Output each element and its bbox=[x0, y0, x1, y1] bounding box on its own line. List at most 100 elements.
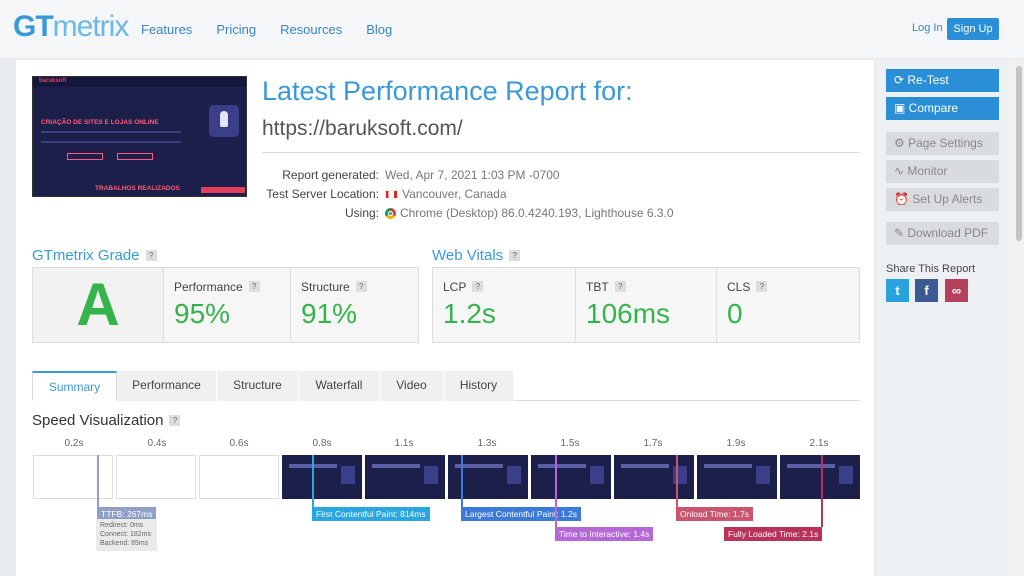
filmstrip-frame[interactable] bbox=[33, 455, 113, 499]
thumbnail-button bbox=[67, 153, 103, 160]
backend-time: Backend: 85ms bbox=[100, 540, 149, 547]
gtmetrix-logo[interactable]: GTmetrix bbox=[13, 10, 130, 44]
speed-visualization-title: Speed Visualization? bbox=[32, 412, 181, 429]
grade-letter: A bbox=[33, 268, 163, 342]
help-icon[interactable]: ? bbox=[756, 281, 768, 292]
location-value: Vancouver, Canada bbox=[402, 187, 507, 201]
login-link[interactable]: Log In bbox=[912, 22, 943, 34]
divider bbox=[262, 152, 860, 153]
thumbnail-chip bbox=[201, 187, 245, 193]
tti-label: Time to Interactive: 1.4s bbox=[555, 527, 654, 541]
thumbnail-rocket-illustration bbox=[209, 105, 239, 137]
alerts-label: Set Up Alerts bbox=[912, 192, 983, 206]
cls-label-row: CLS? bbox=[727, 280, 768, 294]
tab-performance[interactable]: Performance bbox=[117, 371, 217, 401]
compare-label: Compare bbox=[908, 101, 959, 115]
logo-gt: GT bbox=[13, 10, 54, 43]
nav-pricing[interactable]: Pricing bbox=[216, 22, 256, 37]
timeline-tick: 0.2s bbox=[64, 438, 84, 449]
page-settings-button[interactable]: ⚙ Page Settings bbox=[886, 132, 999, 155]
nav-resources[interactable]: Resources bbox=[280, 22, 342, 37]
onload-label: Onload Time: 1.7s bbox=[676, 507, 753, 521]
filmstrip-frame[interactable] bbox=[199, 455, 279, 499]
cls-value: 0 bbox=[727, 298, 743, 329]
tab-history[interactable]: History bbox=[444, 371, 514, 401]
grade-title-text: GTmetrix Grade bbox=[32, 247, 140, 264]
filmstrip-frame[interactable] bbox=[614, 455, 694, 499]
location-value-row: Vancouver, Canada bbox=[385, 187, 507, 201]
lcp-label: LCP bbox=[443, 280, 467, 294]
performance-label: Performance bbox=[174, 280, 243, 294]
performance-cell: Performance? 95% bbox=[163, 268, 290, 342]
ttfb-marker bbox=[97, 455, 99, 507]
pdf-label: Download PDF bbox=[907, 226, 989, 240]
tab-structure[interactable]: Structure bbox=[217, 371, 299, 401]
link-icon[interactable]: ∞ bbox=[945, 279, 968, 302]
filmstrip-frame[interactable] bbox=[697, 455, 777, 499]
logo-metrix: metrix bbox=[52, 10, 130, 43]
signup-button[interactable]: Sign Up bbox=[947, 18, 999, 40]
pdf-icon: ✎ bbox=[894, 226, 908, 240]
facebook-icon[interactable]: f bbox=[915, 279, 938, 302]
thumbnail-footer-text: TRABALHOS REALIZADOS bbox=[95, 185, 180, 192]
cls-label: CLS bbox=[727, 280, 751, 294]
top-navbar: GTmetrix Features Pricing Resources Blog… bbox=[0, 0, 1024, 58]
grade-section-title: GTmetrix Grade? bbox=[32, 247, 157, 264]
filmstrip-frame[interactable] bbox=[282, 455, 362, 499]
nav-features[interactable]: Features bbox=[141, 22, 192, 37]
filmstrip-frame[interactable] bbox=[531, 455, 611, 499]
timeline-tick: 1.3s bbox=[477, 438, 497, 449]
monitor-button[interactable]: ∿ Monitor bbox=[886, 160, 999, 183]
tab-waterfall[interactable]: Waterfall bbox=[299, 371, 380, 401]
tbt-label-row: TBT? bbox=[586, 280, 626, 294]
tbt-cell: TBT? 106ms bbox=[575, 268, 716, 342]
performance-value: 95% bbox=[174, 298, 231, 329]
lcp-timeline-label: Largest Contentful Paint: 1.2s bbox=[461, 507, 581, 521]
help-icon[interactable]: ? bbox=[145, 250, 157, 261]
tti-marker bbox=[555, 455, 557, 527]
page-screenshot-thumbnail: baruksoft CRIAÇÃO DE SITES E LOJAS ONLIN… bbox=[32, 76, 247, 197]
fcp-marker bbox=[312, 455, 314, 507]
report-title: Latest Performance Report for: bbox=[262, 76, 633, 106]
using-value-row: Chrome (Desktop) 86.0.4240.193, Lighthou… bbox=[385, 206, 674, 220]
connect-time: Connect: 182ms bbox=[100, 531, 151, 538]
help-icon[interactable]: ? bbox=[248, 281, 260, 292]
performance-label-row: Performance? bbox=[174, 280, 260, 294]
tab-video[interactable]: Video bbox=[380, 371, 444, 401]
tbt-value: 106ms bbox=[586, 298, 671, 329]
fcp-label: First Contentful Paint: 814ms bbox=[312, 507, 430, 521]
chrome-icon bbox=[385, 208, 396, 219]
alarm-icon: ⏰ bbox=[894, 192, 913, 206]
lcp-cell: LCP? 1.2s bbox=[433, 268, 575, 342]
report-url: https://baruksoft.com/ bbox=[262, 117, 463, 140]
help-icon[interactable]: ? bbox=[509, 250, 521, 261]
share-title: Share This Report bbox=[886, 263, 976, 275]
setup-alerts-button[interactable]: ⏰ Set Up Alerts bbox=[886, 188, 999, 211]
help-icon[interactable]: ? bbox=[169, 415, 181, 426]
nav-blog[interactable]: Blog bbox=[366, 22, 392, 37]
compare-button[interactable]: ▣ Compare bbox=[886, 97, 999, 120]
help-icon[interactable]: ? bbox=[614, 281, 626, 292]
filmstrip-frame[interactable] bbox=[116, 455, 196, 499]
speed-title-text: Speed Visualization bbox=[32, 412, 164, 429]
retest-button[interactable]: ⟳ Re-Test bbox=[886, 69, 999, 92]
thumbnail-brand: baruksoft bbox=[39, 78, 67, 84]
filmstrip-frame[interactable] bbox=[448, 455, 528, 499]
download-pdf-button[interactable]: ✎ Download PDF bbox=[886, 222, 999, 245]
thumbnail-text-lines bbox=[41, 131, 181, 143]
tab-summary[interactable]: Summary bbox=[32, 371, 117, 401]
fully-loaded-marker bbox=[821, 455, 823, 527]
compare-icon: ▣ bbox=[894, 101, 909, 115]
scrollbar-thumb[interactable] bbox=[1016, 66, 1022, 241]
help-icon[interactable]: ? bbox=[472, 281, 484, 292]
lcp-value: 1.2s bbox=[443, 298, 496, 329]
filmstrip-frame[interactable] bbox=[780, 455, 860, 499]
help-icon[interactable]: ? bbox=[355, 281, 367, 292]
timeline-tick: 0.8s bbox=[312, 438, 332, 449]
fully-loaded-label: Fully Loaded Time: 2.1s bbox=[724, 527, 823, 541]
twitter-icon[interactable]: t bbox=[886, 279, 909, 302]
timeline-tick: 1.1s bbox=[394, 438, 414, 449]
filmstrip-frame[interactable] bbox=[365, 455, 445, 499]
monitor-label: Monitor bbox=[907, 164, 948, 178]
onload-marker bbox=[676, 455, 678, 507]
